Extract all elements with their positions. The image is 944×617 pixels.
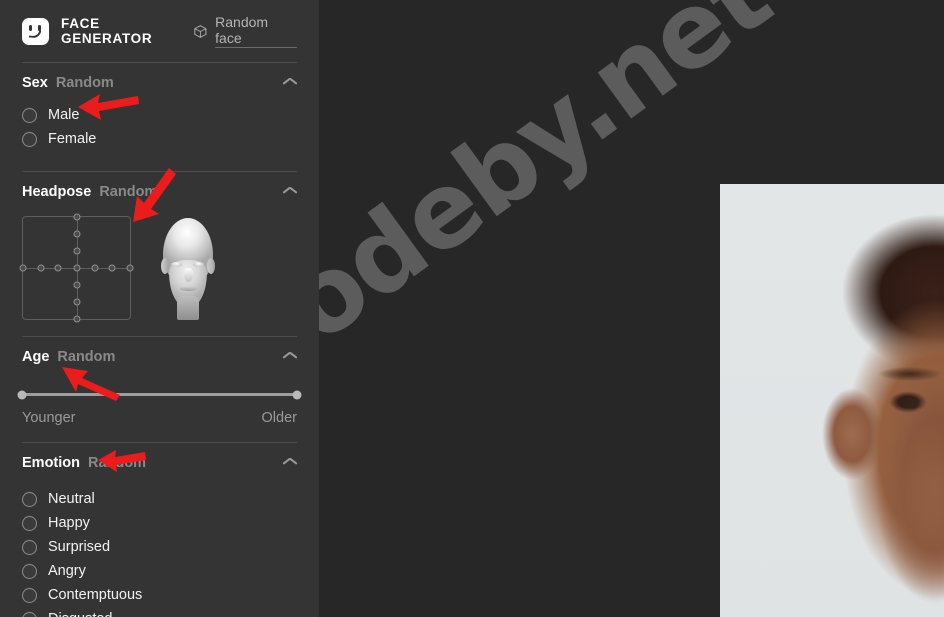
radio-icon-disgusted[interactable] [22,611,37,617]
random-face-button[interactable]: Random face [193,14,297,48]
section-sex: Sex Random Male Female [0,63,319,151]
age-slider-track[interactable] [17,390,302,399]
radio-label-neutral: Neutral [48,491,95,507]
radio-option-disgusted[interactable]: Disgusted [22,607,297,617]
radio-icon-happy[interactable] [22,515,37,531]
face-smile-logo-icon [22,17,49,45]
section-emotion-state: Random [88,455,146,471]
headpose-controls [19,212,297,323]
radio-label-surprised: Surprised [48,539,111,555]
random-face-label: Random face [215,14,297,48]
radio-option-male[interactable]: Male [22,103,297,127]
app-title: FACE GENERATOR [61,16,153,46]
radio-option-female[interactable]: Female [22,127,297,151]
section-age: Age Random Younger Older [0,337,319,426]
radio-label-contemptuous: Contemptuous [48,587,143,603]
face-generator-app: codeby.net FACE GENERATOR Random face Se… [0,0,944,617]
radio-option-happy[interactable]: Happy [22,511,297,535]
section-sex-header[interactable]: Sex Random [22,63,297,103]
radio-option-neutral[interactable]: Neutral [22,487,297,511]
chevron-up-icon-sex[interactable] [283,79,297,88]
radio-icon-angry[interactable] [22,563,37,579]
cube-3d-icon [194,24,207,38]
radio-label-angry: Angry [48,563,86,579]
chevron-up-icon-headpose[interactable] [283,188,297,197]
generated-face-preview[interactable] [720,184,944,617]
section-headpose: Headpose Random [0,172,319,323]
radio-option-angry[interactable]: Angry [22,559,297,583]
section-age-title: Age [22,349,50,365]
radio-option-surprised[interactable]: Surprised [22,535,297,559]
section-emotion-header[interactable]: Emotion Random [22,443,297,483]
controls-sidebar: FACE GENERATOR Random face Sex Random Ma [0,0,319,617]
radio-label-disgusted: Disgusted [48,611,112,617]
section-headpose-title: Headpose [22,184,92,200]
headpose-grid-icon[interactable] [19,213,134,323]
sex-options: Male Female [22,103,297,151]
age-slider-knob-min[interactable] [17,390,27,399]
chevron-up-icon-emotion[interactable] [283,459,297,468]
section-age-state: Random [57,349,116,365]
age-max-label: Older [261,410,297,426]
face-shading-overlay [840,244,944,617]
app-header: FACE GENERATOR Random face [0,0,319,62]
radio-option-contemptuous[interactable]: Contemptuous [22,583,297,607]
radio-icon-male[interactable] [22,107,37,123]
radio-icon-contemptuous[interactable] [22,587,37,603]
chevron-up-icon-age[interactable] [283,353,297,362]
section-headpose-state: Random [99,184,158,200]
section-age-header[interactable]: Age Random [22,337,297,377]
head-model-3d-icon [149,216,227,320]
radio-icon-neutral[interactable] [22,491,37,507]
age-slider[interactable]: Younger Older [17,377,302,426]
radio-icon-female[interactable] [22,131,37,147]
radio-label-male: Male [48,107,80,123]
section-sex-title: Sex [22,75,48,91]
emotion-options: Neutral Happy Surprised Angry Contemptuo… [22,483,297,617]
section-sex-state: Random [55,75,114,91]
section-headpose-header[interactable]: Headpose Random [22,172,297,212]
age-slider-labels: Younger Older [22,410,297,426]
section-emotion: Emotion Random Neutral Happy Surprised A… [0,443,319,617]
radio-icon-surprised[interactable] [22,539,37,555]
radio-label-happy: Happy [48,515,90,531]
age-min-label: Younger [22,410,76,426]
section-emotion-title: Emotion [22,455,80,471]
age-slider-knob-max[interactable] [292,390,302,399]
radio-label-female: Female [48,131,97,147]
